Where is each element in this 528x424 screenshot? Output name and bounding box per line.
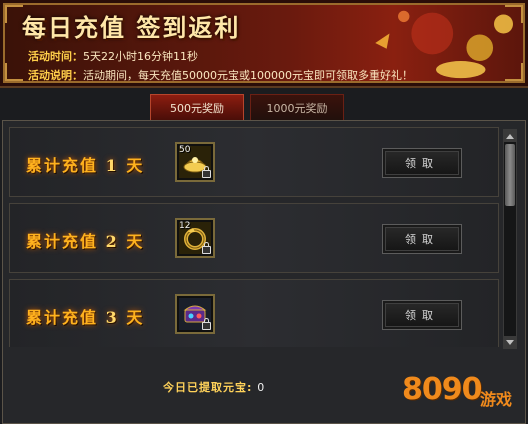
logo-text: 游戏	[480, 390, 513, 409]
tab-1000-reward[interactable]: 1000元奖励	[250, 94, 344, 120]
banner-corner	[505, 63, 523, 81]
logo-number: 8090	[402, 372, 482, 407]
row-title-suffix: 天	[126, 232, 145, 251]
row-title: 累计充值 2 天	[26, 228, 144, 252]
event-banner: 每日充值 签到返利 活动时间：5天22小时16分钟11秒 活动说明：活动期间，每…	[0, 0, 528, 88]
claimed-today-value: 0	[257, 381, 266, 394]
reward-item-slot[interactable]	[175, 294, 215, 334]
row-title: 累计充值 3 天	[26, 304, 144, 328]
reward-row-day-1: 累计充值 1 天 50 领取	[9, 127, 499, 197]
row-title: 累计充值 1 天	[26, 152, 144, 176]
arrow-up-icon	[506, 133, 514, 139]
banner-corner	[5, 63, 23, 81]
reward-count: 12	[179, 221, 191, 231]
row-title-prefix: 累计充值	[26, 232, 99, 251]
row-day-number: 1	[105, 156, 119, 175]
reward-row-day-3: 累计充值 3 天 领取	[9, 279, 499, 347]
reward-item-slot[interactable]: 12	[175, 218, 215, 258]
event-desc-value: 活动期间，每天充值50000元宝或100000元宝即可领取多重好礼！	[83, 69, 413, 82]
banner-corner	[5, 5, 23, 23]
event-desc-label: 活动说明：	[28, 69, 83, 82]
scroll-up-button[interactable]	[504, 130, 516, 142]
event-time-label: 活动时间：	[28, 50, 83, 63]
scroll-thumb[interactable]	[505, 144, 515, 206]
claimed-today-label: 今日已提取元宝:	[163, 381, 253, 394]
event-desc-line: 活动说明：活动期间，每天充值50000元宝或100000元宝即可领取多重好礼！	[28, 67, 413, 83]
reward-count: 50	[179, 145, 191, 155]
row-title-prefix: 累计充值	[26, 156, 99, 175]
row-day-number: 3	[105, 308, 119, 327]
row-title-suffix: 天	[126, 308, 145, 327]
claim-button-day-1[interactable]: 领取	[382, 148, 462, 178]
claimed-today-info: 今日已提取元宝: 0	[163, 379, 265, 395]
lock-icon	[202, 318, 211, 330]
banner-title: 每日充值 签到返利	[22, 13, 241, 42]
claim-button-day-3[interactable]: 领取	[382, 300, 462, 330]
claim-button-day-2[interactable]: 领取	[382, 224, 462, 254]
row-title-prefix: 累计充值	[26, 308, 99, 327]
reward-list-scrollbar[interactable]	[503, 129, 517, 349]
reward-list: 累计充值 1 天 50 领取 累计充值 2 天 12 领取 累计充值 3 天 领…	[9, 127, 499, 347]
event-time-value: 5天22小时16分钟11秒	[83, 50, 198, 63]
banner-corner	[505, 5, 523, 23]
site-logo: 8090 游戏	[402, 368, 526, 422]
row-day-number: 2	[105, 232, 119, 251]
arrow-down-icon	[506, 339, 514, 345]
event-time-line: 活动时间：5天22小时16分钟11秒	[28, 48, 198, 64]
row-title-suffix: 天	[126, 156, 145, 175]
lock-icon	[202, 166, 211, 178]
reward-row-day-2: 累计充值 2 天 12 领取	[9, 203, 499, 273]
reward-item-slot[interactable]: 50	[175, 142, 215, 182]
lock-icon	[202, 242, 211, 254]
tab-500-reward[interactable]: 500元奖励	[150, 94, 244, 120]
scroll-down-button[interactable]	[504, 336, 516, 348]
reward-tabs: 500元奖励 1000元奖励	[150, 94, 344, 120]
